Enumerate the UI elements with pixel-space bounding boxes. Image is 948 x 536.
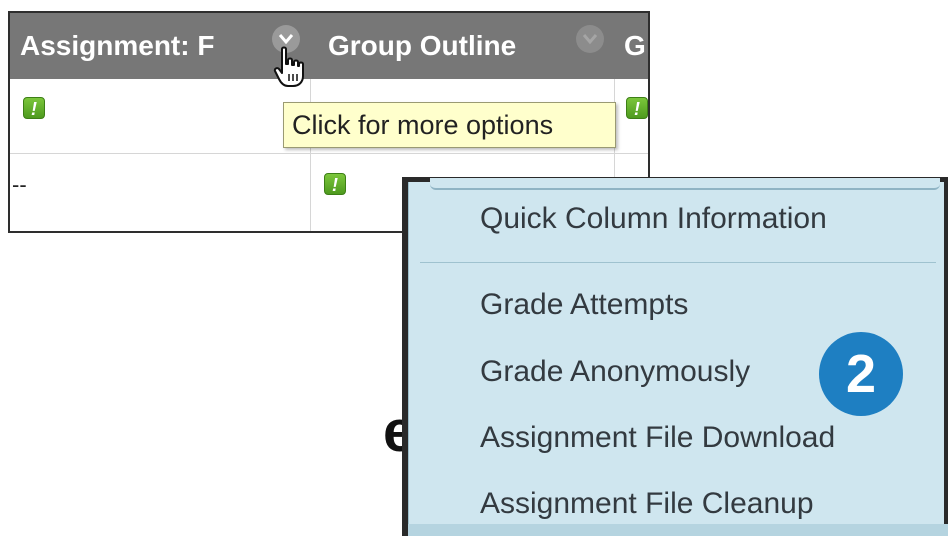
step-number-badge: 2 [819,332,903,416]
column-header-assignment[interactable]: Assignment: F [20,28,258,64]
menu-item-grade-attempts[interactable]: Grade Attempts [480,288,688,322]
needs-grading-icon[interactable]: ! [23,97,45,119]
empty-grade-cell[interactable]: -- [12,172,27,198]
column-header-truncated[interactable]: G [624,28,648,64]
menu-item-assignment-file-download[interactable]: Assignment File Download [480,421,835,455]
hand-cursor-icon [273,46,304,87]
column-options-chevron-icon[interactable] [576,25,604,53]
menu-divider [420,262,936,263]
needs-grading-icon[interactable]: ! [324,173,346,195]
menu-top-edge [430,178,940,190]
menu-item-assignment-file-cleanup[interactable]: Assignment File Cleanup [480,487,814,521]
menu-item-grade-anonymously[interactable]: Grade Anonymously [480,355,750,389]
grid-header: Assignment: F Group Outline G [10,13,648,79]
menu-bottom-strip [408,524,948,536]
menu-item-quick-column-information[interactable]: Quick Column Information [480,202,827,236]
column-header-group-outline[interactable]: Group Outline [328,28,568,64]
tooltip: Click for more options [283,102,616,148]
needs-grading-icon[interactable]: ! [626,97,648,119]
